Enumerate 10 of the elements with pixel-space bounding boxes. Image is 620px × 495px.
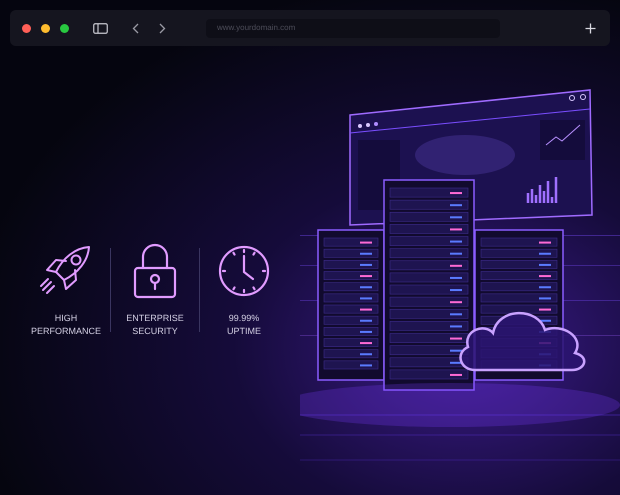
clock-icon <box>217 244 271 298</box>
new-tab-icon[interactable] <box>585 22 596 34</box>
address-field[interactable]: www.yourdomain.com <box>206 18 500 38</box>
feature-label: HIGH PERFORMANCE <box>30 312 101 338</box>
feature-label: 99.99% UPTIME <box>226 312 261 338</box>
sidebar-icon[interactable] <box>93 22 108 34</box>
feature-label: ENTERPRISE SECURITY <box>126 312 184 338</box>
padlock-icon <box>131 242 179 300</box>
forward-icon[interactable] <box>159 22 166 34</box>
back-icon[interactable] <box>132 22 139 34</box>
